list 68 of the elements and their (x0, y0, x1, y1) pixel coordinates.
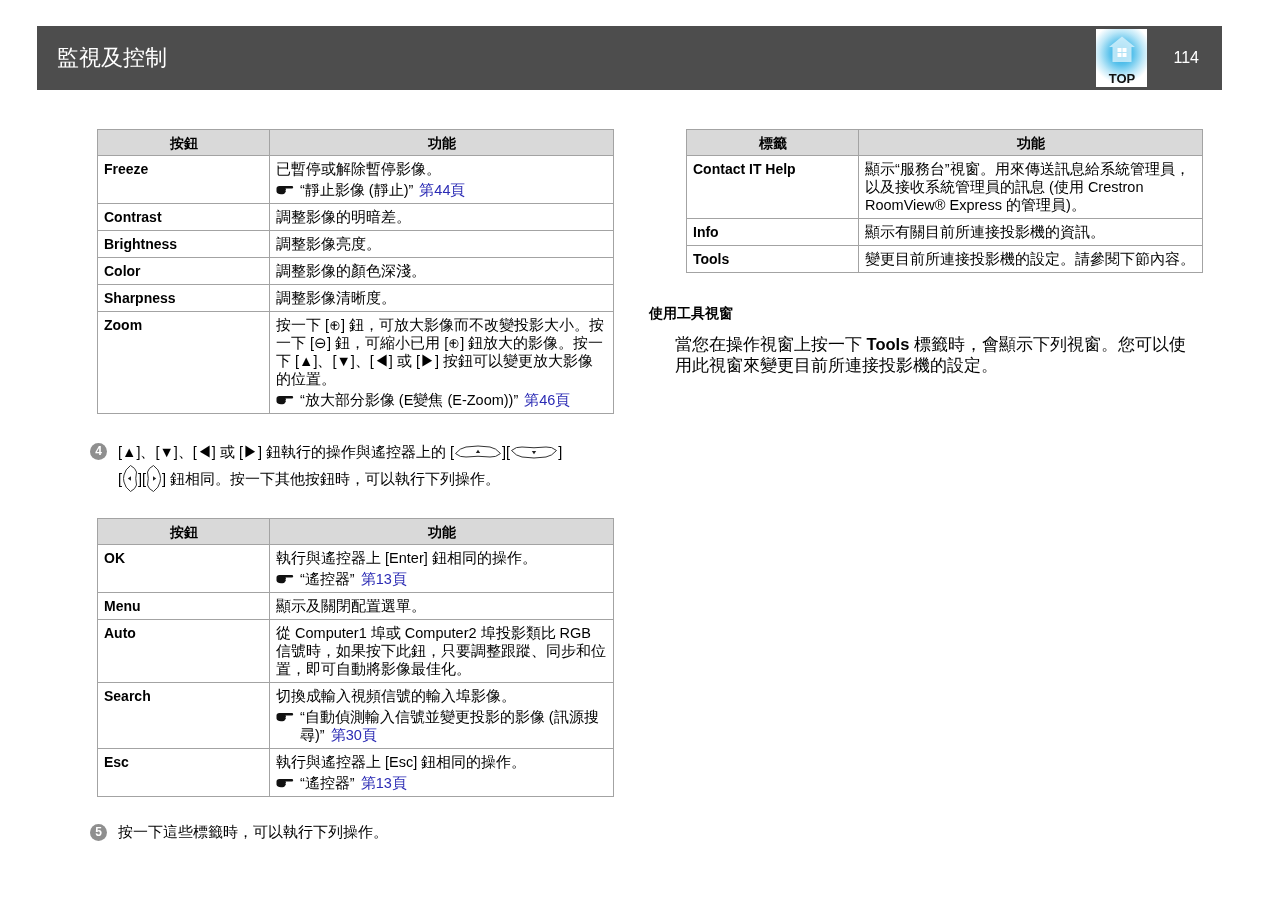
function-description: 顯示及關閉配置選單。 (276, 597, 427, 615)
control-name: Menu (104, 597, 142, 615)
pointing-hand-icon (276, 712, 294, 722)
instruction-text: [▲]、[▼]、[◀] 或 [▶] 鈕執行的操作與遙控器上的 [ (118, 442, 455, 461)
top-link[interactable]: TOP (1096, 29, 1148, 87)
function-description: 調整影像的顏色深淺。 (276, 262, 427, 280)
control-name: Info (693, 223, 720, 241)
pointing-hand-icon (276, 574, 294, 584)
down-arrow-key-icon (510, 444, 559, 459)
function-description: 已暫停或解除暫停影像。 (276, 160, 442, 178)
page-link[interactable]: 第44頁 (419, 182, 466, 198)
step-number: 5 (90, 823, 107, 841)
function-description: 從 Computer1 埠或 Computer2 埠投影類比 RGB 信號時，如果按下此鈕，只要調整跟蹤、同步和位置，即可自動將影像最佳化。 (276, 624, 607, 678)
step-number: 4 (90, 443, 107, 460)
page-link[interactable]: 第13頁 (360, 571, 407, 587)
function-description: 調整影像清晰度。 (276, 289, 397, 307)
control-name: Contact IT Help (693, 160, 797, 178)
page-link[interactable]: 第30頁 (330, 727, 377, 743)
pointing-hand-icon (276, 185, 294, 195)
column-header: 按鈕 (97, 518, 270, 545)
left-arrow-key-icon (122, 464, 139, 493)
control-name: Freeze (104, 160, 150, 178)
column-header: 標籤 (686, 129, 859, 156)
column-header: 功能 (269, 518, 614, 545)
instruction-text: ][ (502, 442, 511, 461)
function-description: 按一下 [⊕] 鈕，可放大影像而不改變投影大小。按一下 [⊖] 鈕，可縮小已用 [⊕] 鈕放大的影像。按一下 [▲]、[▼]、[◀] 或 [▶] 按鈕可以變更放大影像的位置。 (276, 316, 606, 388)
reference-text: “靜止影像 (靜止)” 第44頁 (300, 181, 467, 199)
column-header: 按鈕 (97, 129, 270, 156)
instruction-text: ] 鈕相同。按一下其他按鈕時，可以執行下列操作。 (162, 469, 501, 488)
control-name: Search (104, 687, 152, 705)
column-header: 功能 (269, 129, 614, 156)
pointing-hand-icon (276, 778, 294, 788)
page-title: 監視及控制 (57, 44, 167, 72)
up-arrow-key-icon (454, 444, 503, 459)
page-link[interactable]: 第46頁 (524, 392, 571, 408)
function-description: 變更目前所連接投影機的設定。請參閱下節內容。 (865, 250, 1196, 268)
reference-text: “放大部分影像 (E變焦 (E-Zoom))” 第46頁 (300, 391, 572, 409)
control-name: OK (104, 549, 126, 567)
pointing-hand-icon (276, 395, 294, 405)
reference-text: “遙控器” 第13頁 (300, 774, 408, 792)
control-name: Zoom (104, 316, 144, 334)
reference-text: “遙控器” 第13頁 (300, 570, 408, 588)
section-heading: 使用工具視窗 (649, 304, 734, 322)
instruction-text: 按一下這些標籤時，可以執行下列操作。 (118, 823, 388, 841)
right-arrow-key-icon (146, 464, 163, 493)
reference-text: “自動偵測輸入信號並變更投影的影像 (訊源搜尋)” 第30頁 (300, 708, 600, 744)
function-description: 顯示“服務台”視窗。用來傳送訊息給系統管理員，以及接收系統管理員的訊息 (使用 Crestron RoomView® Express 的管理員)。 (865, 160, 1191, 214)
instruction-text: ] (558, 442, 563, 461)
function-description: 執行與遙控器上 [Enter] 鈕相同的操作。 (276, 549, 538, 567)
instruction-text: [ (118, 469, 123, 488)
control-name: Tools (693, 250, 731, 268)
control-name: Esc (104, 753, 130, 771)
function-description: 調整影像亮度。 (276, 235, 382, 253)
control-name: Color (104, 262, 142, 280)
function-description: 切換成輸入視頻信號的輸入埠影像。 (276, 687, 517, 705)
control-name: Brightness (104, 235, 179, 253)
column-header: 功能 (858, 129, 1203, 156)
function-description: 調整影像的明暗差。 (276, 208, 412, 226)
function-description: 顯示有關目前所連接投影機的資訊。 (865, 223, 1106, 241)
control-name: Auto (104, 624, 137, 642)
control-name: Contrast (104, 208, 163, 226)
control-name: Sharpness (104, 289, 177, 307)
page-number: 114 (1173, 48, 1199, 68)
instruction-text: ][ (138, 469, 147, 488)
page-link[interactable]: 第13頁 (360, 775, 407, 791)
house-icon (1108, 35, 1136, 63)
body-paragraph: 當您在操作視窗上按一下 Tools 標籤時，會顯示下列視窗。您可以使用此視窗來變更目前所連接投影機的設定。 (675, 334, 1187, 376)
function-description: 執行與遙控器上 [Esc] 鈕相同的操作。 (276, 753, 528, 771)
